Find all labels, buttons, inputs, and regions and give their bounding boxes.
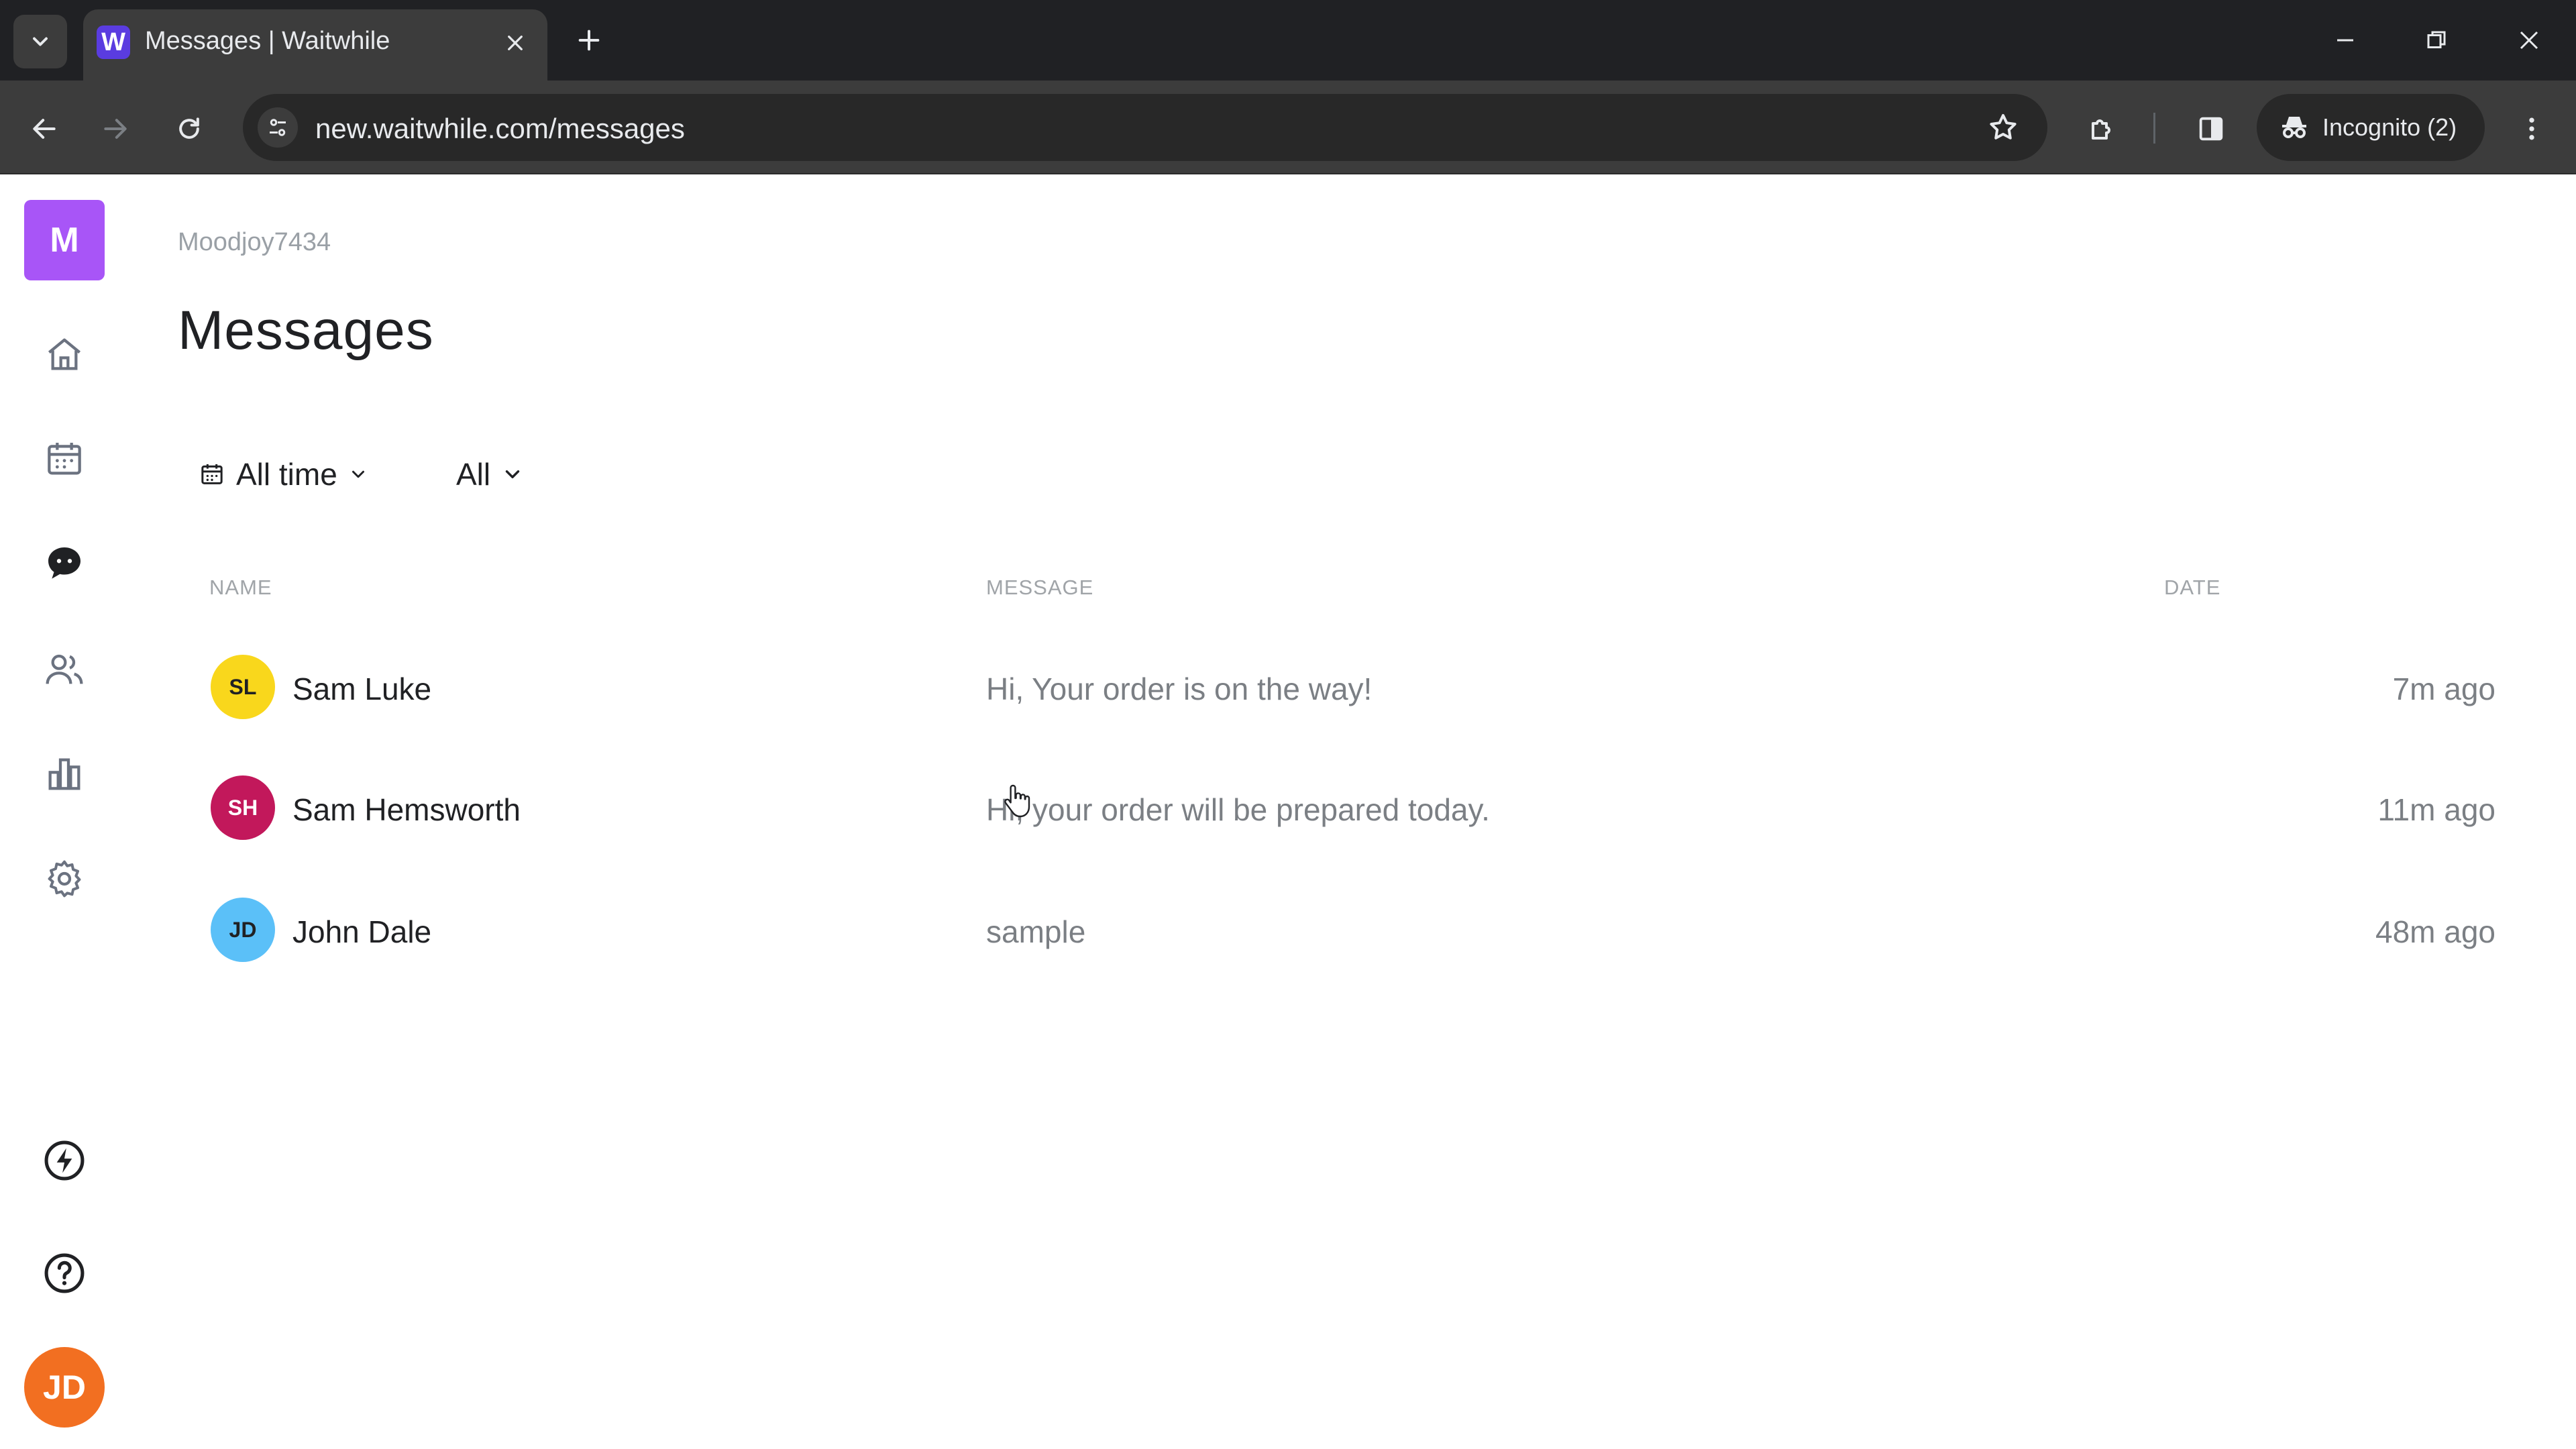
column-header-message[interactable]: MESSAGE bbox=[986, 576, 1093, 600]
sidebar-item-whats-new[interactable] bbox=[38, 1134, 91, 1187]
help-circle-icon bbox=[44, 1253, 85, 1293]
column-header-date[interactable]: DATE bbox=[2164, 576, 2220, 600]
message-date: 48m ago bbox=[2375, 914, 2496, 949]
incognito-icon bbox=[2282, 117, 2306, 138]
sidebar-item-calendar[interactable] bbox=[38, 432, 91, 486]
message-type-label: All bbox=[456, 457, 491, 492]
sidebar-item-home[interactable] bbox=[38, 327, 91, 381]
puzzle-icon bbox=[2092, 119, 2110, 140]
star-icon bbox=[1990, 114, 2017, 140]
tab-close-button[interactable] bbox=[498, 25, 533, 60]
message-date: 11m ago bbox=[2377, 792, 2496, 827]
message-row[interactable]: SL Sam Luke Hi, Your order is on the way… bbox=[201, 640, 2502, 734]
date-range-label: All time bbox=[236, 457, 337, 492]
extensions-button[interactable] bbox=[2078, 105, 2127, 153]
tune-icon bbox=[270, 119, 286, 136]
user-avatar-button[interactable]: JD bbox=[24, 1347, 105, 1428]
address-bar[interactable]: new.waitwhile.com/messages bbox=[243, 94, 2047, 161]
message-date: 7m ago bbox=[2392, 672, 2496, 706]
arrow-left-icon bbox=[33, 119, 56, 139]
hand-pointer-cursor-icon bbox=[1004, 784, 1030, 818]
side-panel-button[interactable] bbox=[2187, 105, 2235, 153]
forward-button[interactable] bbox=[91, 105, 140, 153]
calendar-icon bbox=[48, 443, 81, 475]
restore-button[interactable] bbox=[2410, 13, 2463, 67]
chat-bubble-icon bbox=[48, 547, 80, 579]
new-tab-button[interactable] bbox=[568, 19, 610, 62]
contact-name: Sam Hemsworth bbox=[292, 792, 521, 827]
incognito-indicator[interactable]: Incognito (2) bbox=[2257, 94, 2485, 161]
app-sidebar: M JD bbox=[0, 176, 127, 1449]
url-text[interactable]: new.waitwhile.com/messages bbox=[315, 113, 685, 145]
bookmark-button[interactable] bbox=[1984, 109, 2022, 146]
calendar-icon bbox=[201, 464, 223, 484]
sidebar-item-messages[interactable] bbox=[38, 537, 91, 590]
sidebar-item-analytics[interactable] bbox=[38, 747, 91, 801]
tab-title: Messages | Waitwhile bbox=[145, 27, 390, 55]
arrow-right-icon bbox=[104, 119, 127, 139]
sidebar-item-settings[interactable] bbox=[38, 852, 91, 906]
message-row[interactable]: JD John Dale sample 48m ago bbox=[201, 883, 2502, 977]
column-header-name[interactable]: NAME bbox=[209, 576, 272, 600]
reload-button[interactable] bbox=[165, 105, 213, 153]
contact-avatar: SH bbox=[211, 775, 275, 840]
account-name: Moodjoy7434 bbox=[178, 228, 331, 256]
restore-icon bbox=[2427, 31, 2446, 48]
back-button[interactable] bbox=[20, 105, 68, 153]
close-icon bbox=[508, 36, 523, 50]
incognito-label: Incognito (2) bbox=[2322, 113, 2457, 141]
reload-icon bbox=[179, 117, 199, 139]
workspace-logo-button[interactable]: M bbox=[24, 200, 105, 280]
browser-tabstrip: W Messages | Waitwhile bbox=[0, 0, 2576, 80]
contact-name: John Dale bbox=[292, 914, 432, 949]
close-icon bbox=[2520, 31, 2538, 50]
gear-icon bbox=[48, 860, 81, 898]
contact-avatar: JD bbox=[211, 898, 275, 962]
date-range-filter[interactable]: All time bbox=[199, 451, 368, 498]
message-preview: Hi, your order will be prepared today. bbox=[986, 792, 1490, 827]
message-type-filter[interactable]: All bbox=[456, 451, 524, 498]
message-preview: Hi, Your order is on the way! bbox=[986, 672, 1373, 706]
plus-icon bbox=[578, 30, 600, 51]
browser-menu-button[interactable] bbox=[2508, 105, 2556, 153]
contact-avatar: SL bbox=[211, 655, 275, 719]
chevron-down-icon bbox=[352, 470, 364, 478]
bar-chart-icon bbox=[48, 758, 80, 790]
toolbar-divider bbox=[2153, 113, 2155, 144]
sidebar-item-help[interactable] bbox=[38, 1246, 91, 1300]
site-info-button[interactable] bbox=[258, 107, 298, 148]
chevron-down-icon bbox=[505, 470, 520, 478]
tab-search-button[interactable] bbox=[13, 15, 67, 68]
minimize-button[interactable] bbox=[2318, 13, 2372, 67]
users-icon bbox=[46, 654, 83, 684]
home-icon bbox=[48, 338, 81, 370]
waitwhile-favicon-icon: W bbox=[97, 25, 130, 59]
minimize-icon bbox=[2337, 39, 2353, 42]
sidebar-item-customers[interactable] bbox=[38, 643, 91, 696]
message-preview: sample bbox=[986, 914, 1086, 949]
window-close-button[interactable] bbox=[2502, 13, 2556, 67]
chevron-down-icon bbox=[33, 37, 48, 46]
page-title: Messages bbox=[178, 300, 434, 361]
contact-name: Sam Luke bbox=[292, 672, 432, 706]
message-row[interactable]: SH Sam Hemsworth Hi, your order will be … bbox=[201, 761, 2502, 855]
browser-tab-active[interactable]: W Messages | Waitwhile bbox=[83, 9, 547, 80]
lightning-icon bbox=[44, 1140, 85, 1181]
side-panel-icon bbox=[2199, 117, 2223, 141]
kebab-menu-icon bbox=[2529, 117, 2534, 140]
browser-toolbar: new.waitwhile.com/messages Incognito (2) bbox=[0, 80, 2576, 174]
